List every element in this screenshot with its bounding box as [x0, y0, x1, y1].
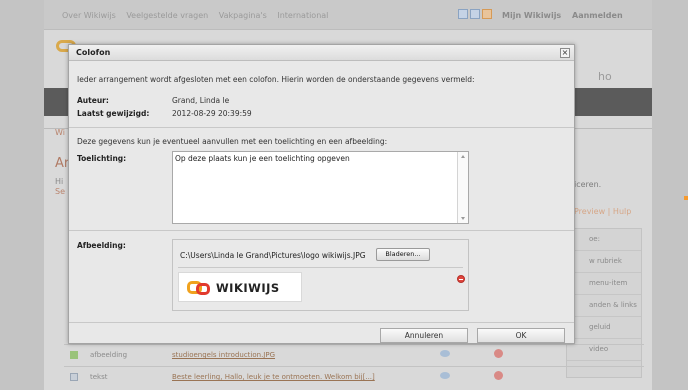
delete-icon[interactable]	[494, 371, 503, 380]
bg-right-text: iceren.	[574, 180, 602, 189]
scroll-up-icon[interactable]	[461, 155, 465, 158]
top-bar: Over Wikiwijs Veelgestelde vragen Vakpag…	[44, 0, 652, 30]
modified-label: Laatst gewijzigd:	[77, 109, 150, 118]
scroll-down-icon[interactable]	[461, 217, 465, 220]
panel-item[interactable]: menu-item	[567, 273, 641, 295]
divider	[69, 322, 574, 323]
textarea-scrollbar[interactable]	[457, 152, 468, 223]
page-side-left	[0, 0, 44, 390]
divider	[69, 127, 574, 128]
view-icon[interactable]	[440, 350, 450, 357]
colofon-dialog: Colofon × Ieder arrangement wordt afgesl…	[68, 44, 575, 344]
remove-image-icon[interactable]	[457, 275, 465, 283]
bg-content-rows: afbeelding studioengels introduction.JPG…	[64, 344, 644, 388]
dialog-subintro: Deze gegevens kun je eventueel aanvullen…	[77, 137, 388, 146]
ok-button[interactable]: OK	[477, 328, 565, 343]
nav-link-vakpaginas[interactable]: Vakpagina's	[219, 11, 267, 20]
bg-text-fragment: Hi	[55, 177, 64, 186]
panel-item[interactable]: anden & links	[567, 295, 641, 317]
print-icon[interactable]	[470, 9, 480, 19]
dialog-intro: Ieder arrangement wordt afgesloten met e…	[77, 75, 475, 84]
row-link[interactable]: Beste leerling, Hallo, leuk je te ontmoe…	[172, 373, 375, 381]
scroll-marker	[684, 196, 688, 200]
image-preview: WIKIWIJS	[178, 272, 302, 302]
table-row: tekst Beste leerling, Hallo, leuk je te …	[64, 366, 644, 388]
bg-breadcrumb-fragment: Wi	[55, 128, 65, 137]
panel-item[interactable]: w rubriek	[567, 251, 641, 273]
browse-button[interactable]: Bladeren...	[376, 248, 430, 261]
explanation-label: Toelichting:	[77, 154, 127, 163]
divider	[178, 267, 463, 268]
nav-link-over-wikiwijs[interactable]: Over Wikiwijs	[62, 11, 116, 20]
wikiwijs-logo-icon	[187, 281, 213, 295]
bg-preview-help[interactable]: Preview | Hulp	[574, 207, 631, 216]
login-link[interactable]: Aanmelden	[572, 11, 623, 20]
share-icon[interactable]	[458, 9, 468, 19]
text-icon	[70, 373, 78, 381]
modified-value: 2012-08-29 20:39:59	[172, 109, 252, 118]
row-link[interactable]: studioengels introduction.JPG	[172, 351, 275, 359]
image-path-field[interactable]: C:\Users\Linda le Grand\Pictures\logo wi…	[180, 251, 366, 260]
author-label: Auteur:	[77, 96, 109, 105]
explanation-text: Op deze plaats kun je een toelichting op…	[175, 154, 350, 163]
dialog-title: Colofon	[76, 48, 111, 57]
divider	[69, 230, 574, 231]
image-upload-box: C:\Users\Linda le Grand\Pictures\logo wi…	[172, 239, 469, 311]
logo-wordmark: WIKIWIJS	[216, 281, 280, 295]
nav-link-international[interactable]: International	[277, 11, 328, 20]
nav-link-faq[interactable]: Veelgestelde vragen	[126, 11, 208, 20]
my-wikiwijs-link[interactable]: Mijn Wikiwijs	[502, 11, 561, 20]
row-type: tekst	[90, 373, 108, 381]
explanation-textarea[interactable]: Op deze plaats kun je een toelichting op…	[172, 151, 469, 224]
image-label: Afbeelding:	[77, 241, 126, 250]
close-icon[interactable]: ×	[560, 48, 570, 58]
image-icon	[70, 351, 78, 359]
rss-icon[interactable]	[482, 9, 492, 19]
view-icon[interactable]	[440, 372, 450, 379]
author-value: Grand, Linda le	[172, 96, 230, 105]
row-type: afbeelding	[90, 351, 128, 359]
bg-heading-fragment: ho	[598, 70, 612, 83]
account-links: Mijn Wikiwijs Aanmelden	[494, 11, 623, 20]
dialog-titlebar[interactable]: Colofon ×	[69, 45, 574, 61]
bg-text-fragment-2: Se	[55, 187, 65, 196]
panel-item[interactable]: geluid	[567, 317, 641, 339]
page-side-right	[652, 0, 688, 390]
cancel-button[interactable]: Annuleren	[380, 328, 468, 343]
top-nav: Over Wikiwijs Veelgestelde vragen Vakpag…	[62, 11, 336, 20]
table-row: afbeelding studioengels introduction.JPG	[64, 344, 644, 366]
delete-icon[interactable]	[494, 349, 503, 358]
toolbar-icons	[458, 9, 494, 21]
panel-item: oe:	[567, 229, 641, 251]
